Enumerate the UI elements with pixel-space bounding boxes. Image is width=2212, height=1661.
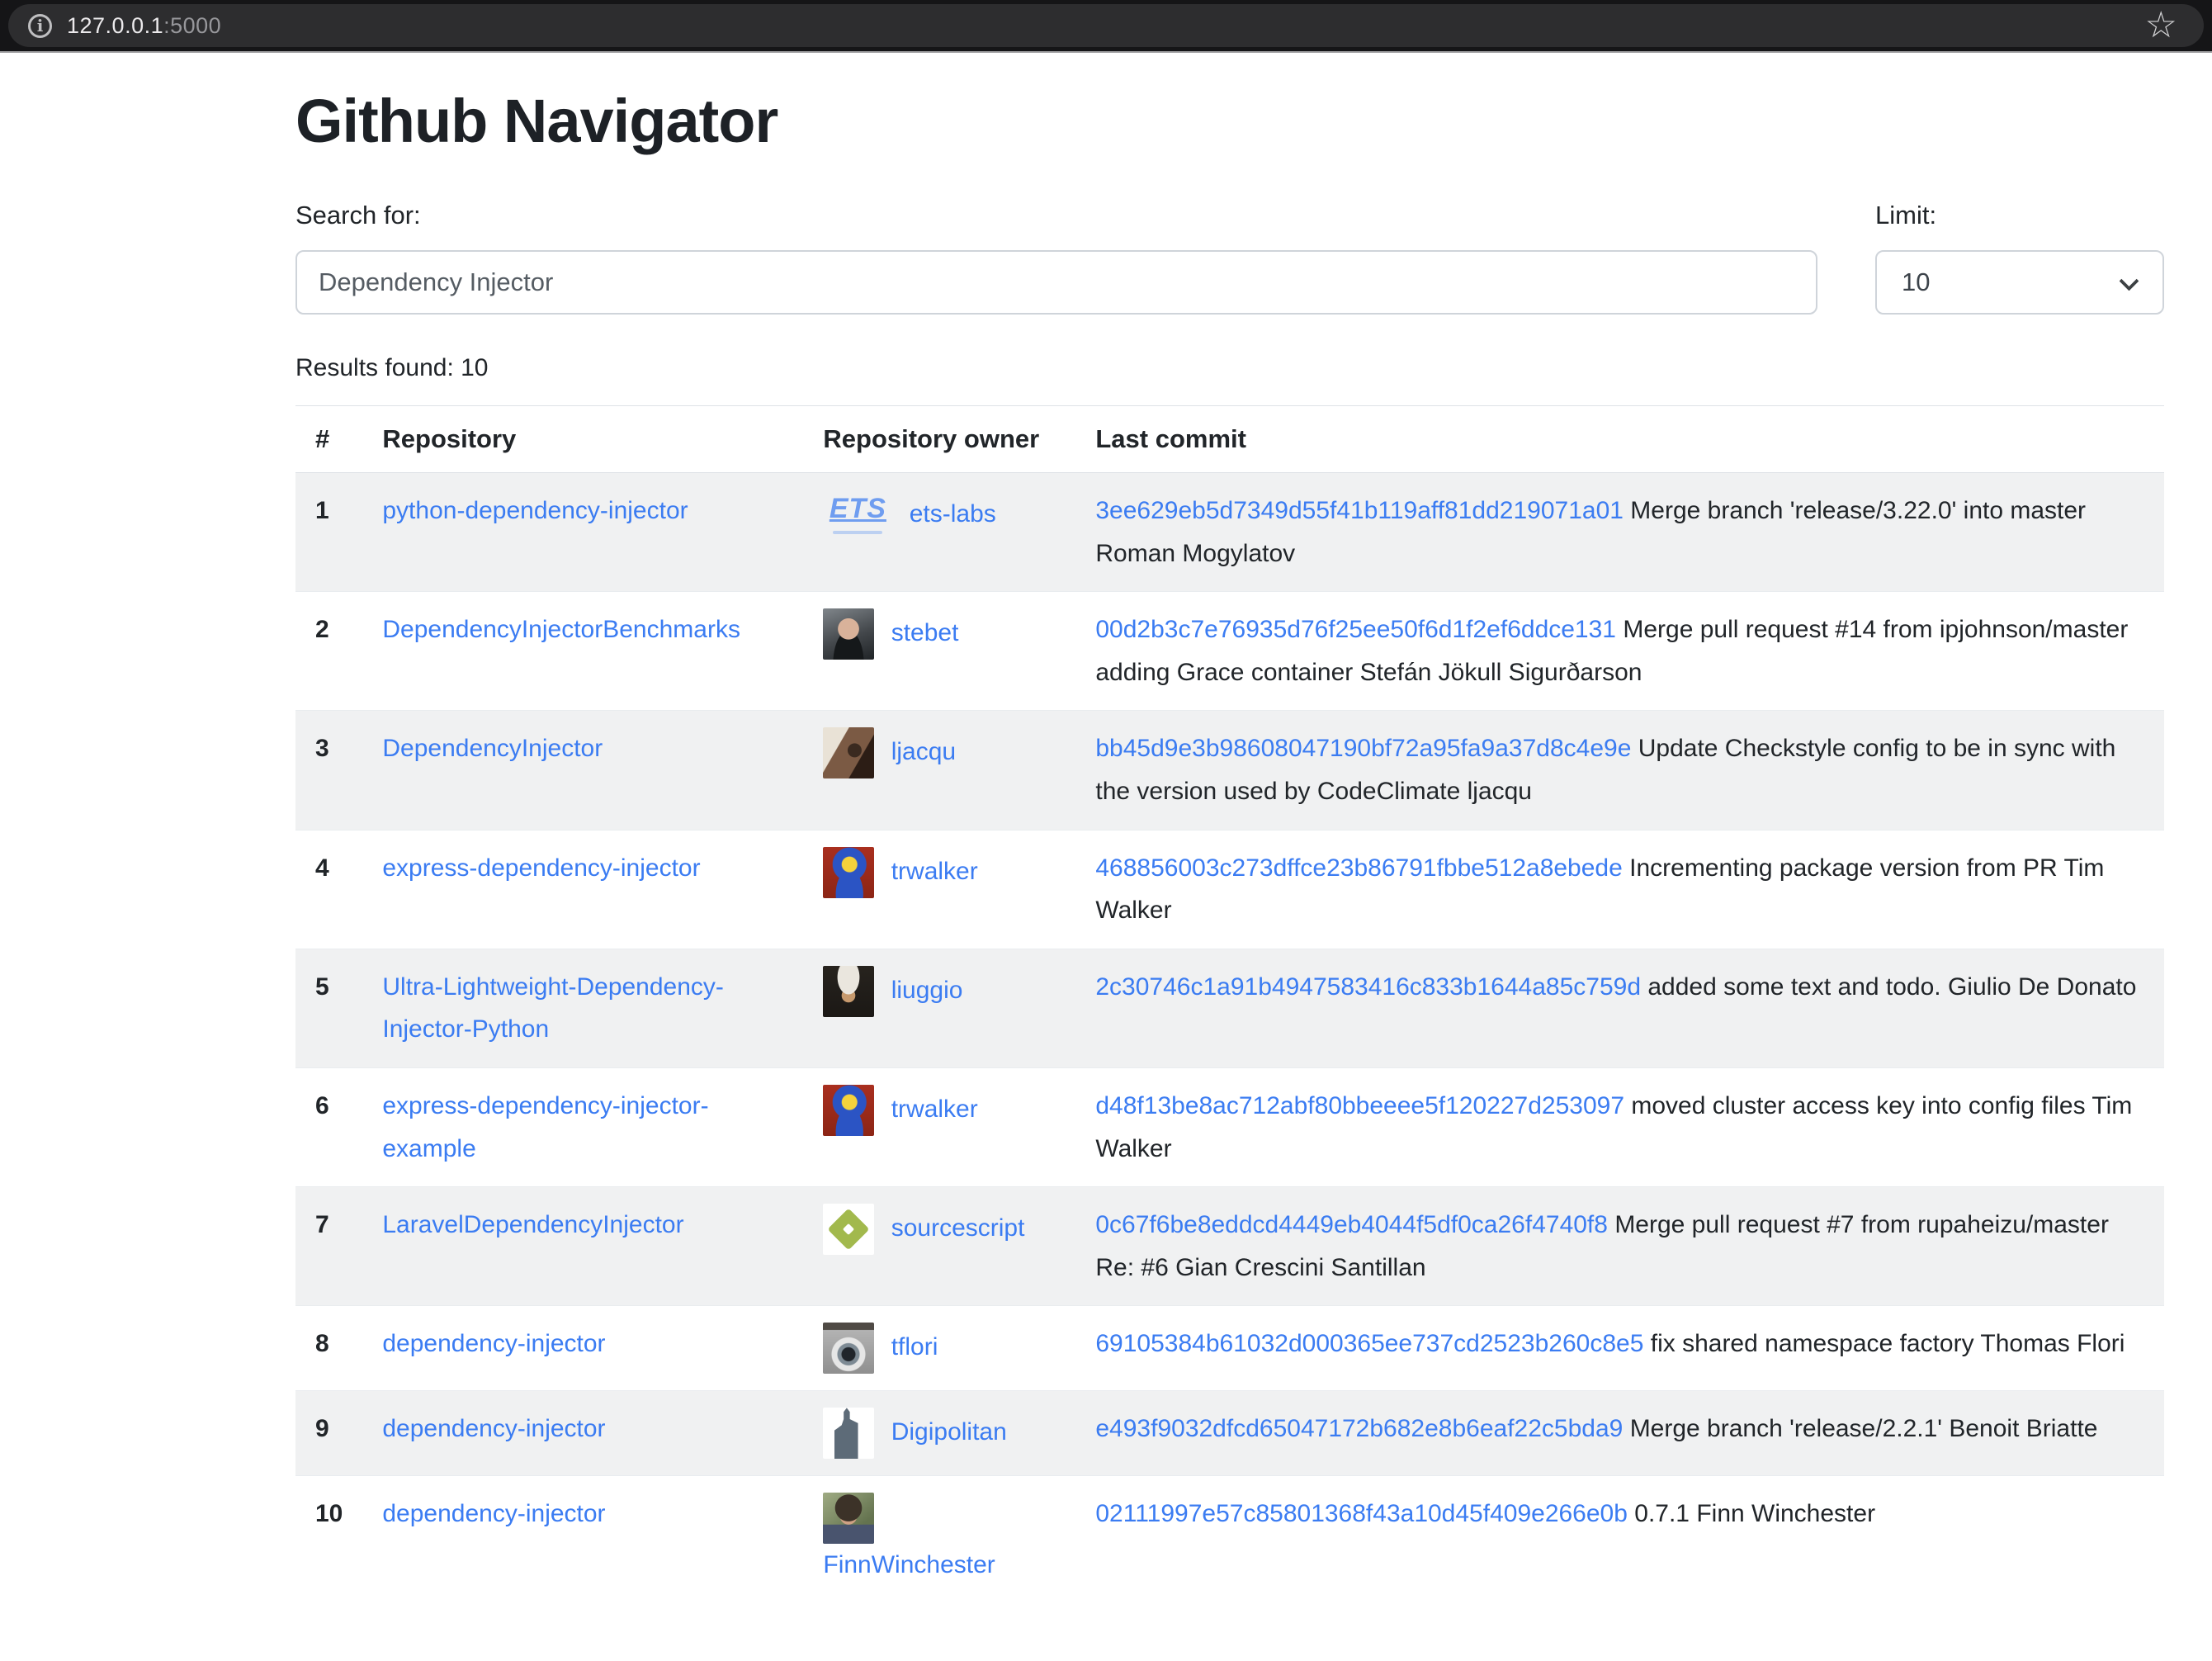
repo-link[interactable]: express-dependency-injector-example: [382, 1092, 708, 1162]
row-number: 1: [295, 473, 362, 592]
table-row: 6 express-dependency-injector-example tr…: [295, 1067, 2164, 1186]
commit-hash-link[interactable]: bb45d9e3b98608047190bf72a95fa9a37d8c4e9e: [1095, 735, 1631, 762]
commit-hash-link[interactable]: 0c67f6be8eddcd4449eb4044f5df0ca26f4740f8: [1095, 1211, 1608, 1238]
search-label: Search for:: [295, 201, 1817, 230]
commit-hash-link[interactable]: e493f9032dfcd65047172b682e8b6eaf22c5bda9: [1095, 1415, 1623, 1442]
repo-link[interactable]: dependency-injector: [382, 1415, 605, 1442]
owner-link[interactable]: stebet: [891, 619, 959, 646]
row-number: 4: [295, 830, 362, 949]
commit-message: Merge branch 'release/2.2.1' Benoit Bria…: [1630, 1415, 2098, 1442]
avatar-stebet: [823, 608, 874, 660]
header-num: #: [295, 406, 362, 473]
chevron-down-icon: [2119, 271, 2139, 291]
results-count: Results found: 10: [295, 354, 2164, 382]
row-number: 8: [295, 1306, 362, 1391]
row-number: 10: [295, 1476, 362, 1603]
owner-link[interactable]: tflori: [891, 1333, 938, 1361]
repo-link[interactable]: dependency-injector: [382, 1500, 605, 1527]
row-number: 3: [295, 711, 362, 830]
table-header-row: # Repository Repository owner Last commi…: [295, 406, 2164, 473]
url-port: :5000: [163, 13, 221, 38]
url-text: 127.0.0.1:5000: [67, 13, 221, 39]
page-content: Github Navigator Search for: Limit: 10 R…: [295, 86, 2164, 1603]
site-info-icon[interactable]: [28, 14, 52, 38]
table-row: 4 express-dependency-injector trwalker 4…: [295, 830, 2164, 949]
commit-hash-link[interactable]: 468856003c273dffce23b86791fbbe512a8ebede: [1095, 854, 1622, 882]
owner-link[interactable]: ets-labs: [910, 500, 996, 528]
commit-message: added some text and todo. Giulio De Dona…: [1647, 973, 2136, 1001]
ets-labs-logo-text: ETS: [823, 490, 892, 528]
owner-link[interactable]: liuggio: [891, 977, 963, 1004]
repo-link[interactable]: dependency-injector: [382, 1330, 605, 1357]
avatar-finnwinchester: [823, 1493, 874, 1544]
owner-link[interactable]: ljacqu: [891, 738, 956, 765]
commit-hash-link[interactable]: 00d2b3c7e76935d76f25ee50f6d1f2ef6ddce131: [1095, 616, 1616, 643]
avatar-sourcescript: [823, 1204, 874, 1255]
owner-link[interactable]: trwalker: [891, 857, 978, 884]
commit-message: fix shared namespace factory Thomas Flor…: [1651, 1330, 2125, 1357]
row-number: 5: [295, 949, 362, 1067]
avatar-trwalker: [823, 1085, 874, 1136]
owner-link[interactable]: sourcescript: [891, 1214, 1025, 1242]
header-last-commit: Last commit: [1075, 406, 2164, 473]
header-repository: Repository: [362, 406, 803, 473]
table-row: 2 DependencyInjectorBenchmarks stebet 00…: [295, 592, 2164, 711]
row-number: 6: [295, 1067, 362, 1186]
table-row: 9 dependency-injector Digipolitan e493f9…: [295, 1391, 2164, 1476]
repo-link[interactable]: DependencyInjector: [382, 735, 603, 762]
avatar-liuggio: [823, 966, 874, 1017]
limit-select[interactable]: 10: [1875, 250, 2164, 315]
owner-link[interactable]: Digipolitan: [891, 1418, 1007, 1446]
table-row: 1 python-dependency-injector ETS ets-lab…: [295, 473, 2164, 592]
search-block: Search for:: [295, 201, 1817, 315]
avatar-ljacqu: [823, 727, 874, 778]
commit-hash-link[interactable]: 2c30746c1a91b4947583416c833b1644a85c759d: [1095, 973, 1641, 1001]
limit-selected-value: 10: [1902, 267, 1930, 297]
avatar-ets-labs: ETS: [823, 490, 892, 541]
commit-hash-link[interactable]: 3ee629eb5d7349d55f41b119aff81dd219071a01: [1095, 497, 1624, 524]
repo-link[interactable]: Ultra-Lightweight-Dependency-Injector-Py…: [382, 973, 724, 1043]
header-repository-owner: Repository owner: [803, 406, 1075, 473]
table-row: 5 Ultra-Lightweight-Dependency-Injector-…: [295, 949, 2164, 1067]
commit-hash-link[interactable]: 02111997e57c85801368f43a10d45f409e266e0b: [1095, 1500, 1628, 1527]
table-row: 7 LaravelDependencyInjector sourcescript…: [295, 1187, 2164, 1306]
page-title: Github Navigator: [295, 86, 2164, 156]
avatar-trwalker: [823, 847, 874, 898]
results-table: # Repository Repository owner Last commi…: [295, 405, 2164, 1603]
owner-link[interactable]: FinnWinchester: [823, 1551, 995, 1578]
repo-link[interactable]: python-dependency-injector: [382, 497, 688, 524]
avatar-tflori: [823, 1323, 874, 1374]
browser-chrome: 127.0.0.1:5000 ☆: [0, 0, 2212, 53]
search-input[interactable]: [295, 250, 1817, 315]
repo-link[interactable]: DependencyInjectorBenchmarks: [382, 616, 740, 643]
repo-link[interactable]: express-dependency-injector: [382, 854, 700, 882]
address-bar[interactable]: 127.0.0.1:5000 ☆: [8, 4, 2204, 47]
commit-message: 0.7.1 Finn Winchester: [1634, 1500, 1875, 1527]
limit-block: Limit: 10: [1875, 201, 2164, 315]
row-number: 9: [295, 1391, 362, 1476]
table-row: 10 dependency-injector FinnWinchester 02…: [295, 1476, 2164, 1603]
commit-hash-link[interactable]: 69105384b61032d000365ee737cd2523b260c8e5: [1095, 1330, 1643, 1357]
limit-label: Limit:: [1875, 201, 2164, 230]
table-row: 8 dependency-injector tflori 69105384b61…: [295, 1306, 2164, 1391]
table-row: 3 DependencyInjector ljacqu bb45d9e3b986…: [295, 711, 2164, 830]
row-number: 7: [295, 1187, 362, 1306]
commit-hash-link[interactable]: d48f13be8ac712abf80bbeeee5f120227d253097: [1095, 1092, 1624, 1119]
row-number: 2: [295, 592, 362, 711]
url-host: 127.0.0.1: [67, 13, 163, 38]
avatar-digipolitan: [823, 1408, 874, 1459]
search-controls: Search for: Limit: 10: [295, 201, 2164, 315]
bookmark-star-icon[interactable]: ☆: [2145, 7, 2184, 44]
repo-link[interactable]: LaravelDependencyInjector: [382, 1211, 683, 1238]
owner-link[interactable]: trwalker: [891, 1096, 978, 1123]
